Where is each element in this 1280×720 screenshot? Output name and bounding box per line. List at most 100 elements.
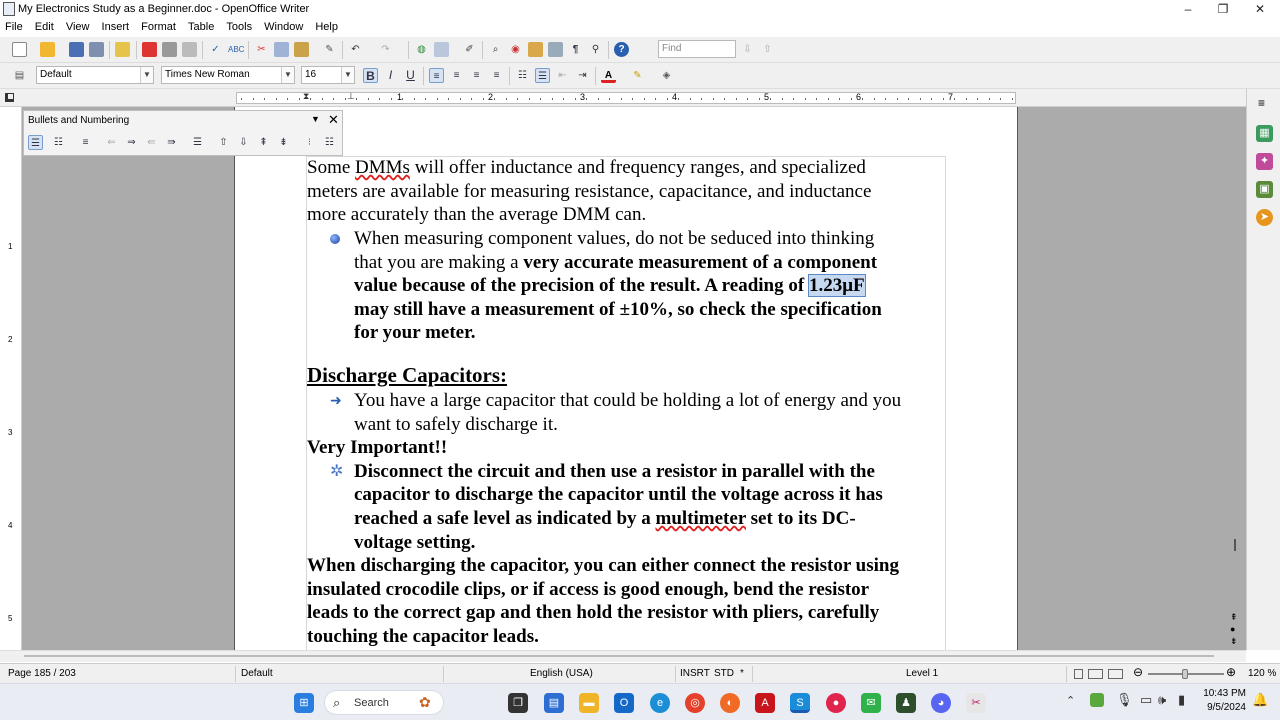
indent-marker-icon[interactable]: ⧗ bbox=[303, 91, 309, 102]
find-input[interactable]: Find bbox=[658, 40, 736, 58]
font-color-icon[interactable]: A bbox=[601, 68, 616, 83]
paragraph-line[interactable]: leads to the correct gap and then hold t… bbox=[307, 601, 879, 625]
vertical-scrollbar-thumb[interactable] bbox=[1234, 539, 1236, 551]
menu-format[interactable]: Format bbox=[141, 19, 176, 36]
menu-view[interactable]: View bbox=[66, 19, 90, 36]
font-size-select[interactable]: 16 ▼ bbox=[301, 66, 355, 84]
find-next-icon[interactable]: ⇧ bbox=[760, 42, 775, 57]
selected-text[interactable]: 1.23μF bbox=[807, 274, 866, 297]
italic-button[interactable]: I bbox=[383, 68, 398, 83]
list-item-line[interactable]: voltage setting. bbox=[354, 531, 475, 555]
bullets-numbering-toolbar[interactable]: Bullets and Numbering ▼ ✕ ☰ ☷ ≡ ⇐ ⇒ ⇚ ⇛ … bbox=[23, 110, 343, 156]
page-style[interactable]: Default bbox=[241, 668, 273, 679]
print-icon[interactable] bbox=[162, 42, 177, 57]
edit-mode-icon[interactable] bbox=[115, 42, 130, 57]
paragraph-line[interactable]: Some DMMs will offer inductance and freq… bbox=[307, 156, 866, 180]
menu-help[interactable]: Help bbox=[315, 19, 338, 36]
insert-unnumbered-entry-icon[interactable]: ☰ bbox=[190, 135, 205, 150]
demote-with-subpoints-icon[interactable]: ⇛ bbox=[164, 135, 179, 150]
menu-insert[interactable]: Insert bbox=[102, 19, 130, 36]
promote-with-subpoints-icon[interactable]: ⇚ bbox=[144, 135, 159, 150]
save-icon[interactable] bbox=[69, 42, 84, 57]
copy-icon[interactable] bbox=[274, 42, 289, 57]
numbering-off-icon[interactable]: ☷ bbox=[51, 135, 66, 150]
align-right-icon[interactable]: ≡ bbox=[469, 68, 484, 83]
paragraph-line[interactable]: insulated crocodile clips, or if access … bbox=[307, 578, 869, 602]
page-count[interactable]: Page 185 / 203 bbox=[8, 668, 76, 679]
section-heading[interactable]: Discharge Capacitors: bbox=[307, 363, 507, 388]
show-hidden-icons-icon[interactable]: ⌃ bbox=[1066, 694, 1075, 707]
single-page-view-icon[interactable] bbox=[1074, 669, 1083, 679]
task-view-icon[interactable]: ❐ bbox=[508, 693, 528, 713]
horizontal-scrollbar[interactable] bbox=[0, 650, 1246, 662]
numbering-icon[interactable]: ☷ bbox=[515, 68, 530, 83]
bullets-numbering-dialog-icon[interactable]: ☷ bbox=[322, 135, 337, 150]
microphone-icon[interactable]: 🎙 bbox=[1116, 692, 1133, 708]
clone-formatting-icon[interactable]: ✎ bbox=[322, 42, 337, 57]
toolbar-menu-icon[interactable]: ▼ bbox=[311, 114, 320, 124]
minimize-button[interactable]: – bbox=[1170, 0, 1206, 18]
openoffice-writer-icon[interactable]: S bbox=[790, 693, 810, 713]
properties-icon[interactable]: ▦ bbox=[1256, 125, 1273, 142]
clock-date[interactable]: 9/5/2024 bbox=[1198, 702, 1246, 713]
notification-bell-icon[interactable]: 🔔 bbox=[1252, 692, 1268, 708]
move-down-with-subpoints-icon[interactable]: ⇟ bbox=[276, 135, 291, 150]
paragraph-line[interactable]: touching the capacitor leads. bbox=[307, 625, 539, 649]
formatting-marks-icon[interactable]: ¶ bbox=[568, 42, 583, 57]
multi-page-view-icon[interactable] bbox=[1088, 669, 1103, 679]
list-item-line[interactable]: When measuring component values, do not … bbox=[354, 227, 874, 251]
align-left-icon[interactable]: ≡ bbox=[429, 68, 444, 83]
close-icon[interactable]: ✕ bbox=[328, 112, 339, 128]
zoom-out-icon[interactable]: ⊖ bbox=[1133, 665, 1143, 679]
zoom-slider-handle[interactable] bbox=[1182, 669, 1188, 679]
list-item-line[interactable]: may still have a measurement of ±10%, so… bbox=[354, 298, 882, 322]
navigation-icon[interactable]: ● bbox=[1230, 624, 1235, 634]
maximize-button[interactable]: ❐ bbox=[1205, 0, 1241, 18]
tray-app-icon[interactable] bbox=[1090, 693, 1104, 707]
gallery-icon[interactable] bbox=[528, 42, 543, 57]
previous-page-icon[interactable]: ⇞ bbox=[1230, 612, 1238, 623]
align-center-icon[interactable]: ≡ bbox=[449, 68, 464, 83]
volume-icon[interactable]: 🕪 bbox=[1158, 692, 1166, 708]
selection-mode[interactable]: STD bbox=[714, 668, 734, 679]
undo-icon[interactable]: ↶ bbox=[348, 42, 363, 57]
data-sources-icon[interactable] bbox=[548, 42, 563, 57]
gallery-icon[interactable]: ▣ bbox=[1256, 181, 1273, 198]
clock-time[interactable]: 10:43 PM bbox=[1198, 688, 1246, 699]
move-down-icon[interactable]: ⇩ bbox=[236, 135, 251, 150]
autospellcheck-icon[interactable]: ABC bbox=[228, 42, 244, 57]
scrollbar-thumb[interactable] bbox=[24, 655, 1214, 657]
menu-file[interactable]: File bbox=[5, 19, 23, 36]
zoom-in-icon[interactable]: ⊕ bbox=[1226, 665, 1236, 679]
taskbar-search[interactable]: ⌕ Search ✿ bbox=[324, 690, 444, 715]
find-replace-icon[interactable]: ⌕ bbox=[488, 42, 503, 57]
no-list-icon[interactable]: ≡ bbox=[78, 135, 93, 150]
highlighting-icon[interactable]: ✎ bbox=[630, 68, 645, 83]
zoom-level[interactable]: 120 % bbox=[1248, 668, 1276, 679]
paste-icon[interactable] bbox=[294, 42, 309, 57]
redo-icon[interactable]: ↷ bbox=[378, 42, 393, 57]
store-icon[interactable]: ▤ bbox=[544, 693, 564, 713]
email-icon[interactable] bbox=[89, 42, 104, 57]
misspelled-word[interactable]: DMMs bbox=[355, 157, 410, 178]
paragraph-line[interactable]: Very Important!! bbox=[307, 436, 447, 460]
demote-one-level-icon[interactable]: ⇒ bbox=[124, 135, 139, 150]
styles-icon[interactable]: ✦ bbox=[1256, 153, 1273, 170]
document-modified[interactable]: * bbox=[740, 668, 744, 679]
print-preview-icon[interactable] bbox=[182, 42, 197, 57]
paragraph-line[interactable]: more accurately than the average DMM can… bbox=[307, 203, 646, 227]
menu-edit[interactable]: Edit bbox=[35, 19, 54, 36]
list-item-line[interactable]: value because of the precision of the re… bbox=[354, 274, 866, 298]
list-item-line[interactable]: capacitor to discharge the capacitor unt… bbox=[354, 483, 883, 507]
tab-stop-icon[interactable] bbox=[5, 93, 14, 102]
language[interactable]: English (USA) bbox=[530, 668, 593, 679]
styles-formatting-icon[interactable]: ▤ bbox=[12, 68, 27, 83]
paragraph-line[interactable]: meters are available for measuring resis… bbox=[307, 180, 871, 204]
export-pdf-icon[interactable] bbox=[142, 42, 157, 57]
menu-window[interactable]: Window bbox=[264, 19, 303, 36]
discord-icon[interactable]: ◕ bbox=[931, 693, 951, 713]
paragraph-style-select[interactable]: Default ▼ bbox=[36, 66, 154, 84]
insert-mode[interactable]: INSRT bbox=[680, 668, 710, 679]
battery-icon[interactable]: ▮ bbox=[1178, 692, 1185, 708]
list-item-line[interactable]: for your meter. bbox=[354, 321, 476, 345]
